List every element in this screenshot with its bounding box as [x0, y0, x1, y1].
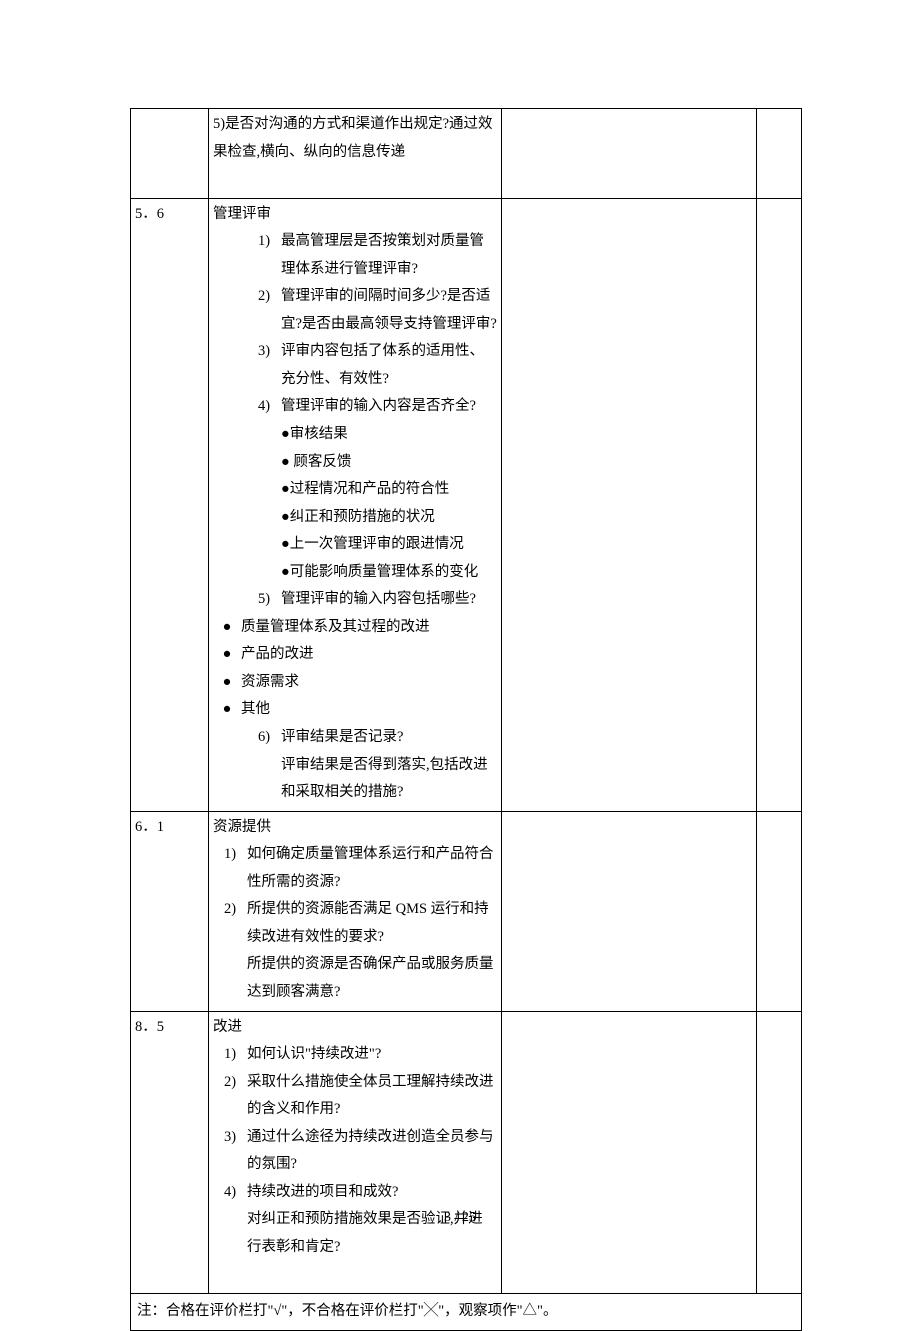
clause-id-cell: 5．6 [131, 198, 209, 811]
list-item: 1)如何确定质量管理体系运行和产品符合性所需的资源? [213, 841, 497, 896]
record-cell [502, 198, 757, 811]
clause-id-cell [131, 109, 209, 199]
list-item: 4)管理评审的输入内容是否齐全? [247, 393, 497, 421]
note-row: 注：合格在评价栏打"√"，不合格在评价栏打"╳"，观察项作"△"。 [131, 1293, 802, 1330]
table-row: 6．1 资源提供 1)如何确定质量管理体系运行和产品符合性所需的资源? 2)所提… [131, 811, 802, 1011]
note-cell: 注：合格在评价栏打"√"，不合格在评价栏打"╳"，观察项作"△"。 [131, 1293, 802, 1330]
clause-id: 6．1 [135, 819, 164, 835]
note-text: 注：合格在评价栏打"√"，不合格在评价栏打"╳"，观察项作"△"。 [137, 1303, 557, 1319]
table-row: 5．6 管理评审 1)最高管理层是否按策划对质量管理体系进行管理评审? 2)管理… [131, 198, 802, 811]
list-item: 3)评审内容包括了体系的适用性、充分性、有效性? [247, 338, 497, 393]
eval-cell [757, 1011, 802, 1293]
section-title: 资源提供 [213, 814, 497, 842]
sub-item: ●可能影响质量管理体系的变化 [281, 559, 497, 587]
section-title: 管理评审 [213, 201, 497, 229]
table-row: 8．5 改进 1)如何认识"持续改进"? 2)采取什么措施使全体员工理解持续改进… [131, 1011, 802, 1293]
eval-cell [757, 109, 802, 199]
content-cell: 改进 1)如何认识"持续改进"? 2)采取什么措施使全体员工理解持续改进的含义和… [209, 1011, 502, 1293]
bullet-item: ●产品的改进 [213, 641, 497, 669]
checklist-table: 5)是否对沟通的方式和渠道作出规定?通过效果检查,横向、纵向的信息传递 5．6 … [130, 108, 802, 1331]
content-cell: 5)是否对沟通的方式和渠道作出规定?通过效果检查,横向、纵向的信息传递 [209, 109, 502, 199]
table-row: 5)是否对沟通的方式和渠道作出规定?通过效果检查,横向、纵向的信息传递 [131, 109, 802, 199]
section-title: 改进 [213, 1014, 497, 1042]
bullet-item: ●其他 [213, 696, 497, 724]
eval-cell [757, 811, 802, 1011]
eval-cell [757, 198, 802, 811]
list-item: 2)采取什么措施使全体员工理解持续改进的含义和作用? [213, 1069, 497, 1124]
list-item: 2)所提供的资源能否满足 QMS 运行和持续改进有效性的要求? [213, 896, 497, 951]
sub-item: ●过程情况和产品的符合性 [281, 476, 497, 504]
list-item: 3)通过什么途径为持续改进创造全员参与的氛围? [213, 1124, 497, 1179]
list-item: 6)评审结果是否记录? [247, 724, 497, 752]
list-item: 2)管理评审的间隔时间多少?是否适宜?是否由最高领导支持管理评审? [247, 283, 497, 338]
bullet-item: ●质量管理体系及其过程的改进 [213, 614, 497, 642]
page-number: 3 / 25 [444, 1210, 476, 1225]
list-item: 5)管理评审的输入内容包括哪些? [247, 586, 497, 614]
list-item: 4)持续改进的项目和成效? [213, 1179, 497, 1207]
content-cell: 资源提供 1)如何确定质量管理体系运行和产品符合性所需的资源? 2)所提供的资源… [209, 811, 502, 1011]
page: 5)是否对沟通的方式和渠道作出规定?通过效果检查,横向、纵向的信息传递 5．6 … [0, 0, 920, 1302]
page-footer: 3 / 25 [0, 1205, 920, 1232]
clause-id-cell: 6．1 [131, 811, 209, 1011]
content-text: 5)是否对沟通的方式和渠道作出规定?通过效果检查,横向、纵向的信息传递 [213, 111, 497, 166]
clause-id-cell: 8．5 [131, 1011, 209, 1293]
list-item: 1)最高管理层是否按策划对质量管理体系进行管理评审? [247, 228, 497, 283]
trail-text: 所提供的资源是否确保产品或服务质量达到顾客满意? [213, 951, 497, 1006]
sub-item: ●纠正和预防措施的状况 [281, 504, 497, 532]
record-cell [502, 109, 757, 199]
bullet-item: ●资源需求 [213, 669, 497, 697]
sub-item: ● 顾客反馈 [281, 449, 497, 477]
clause-id: 8．5 [135, 1019, 164, 1035]
trail-text: 评审结果是否得到落实,包括改进和采取相关的措施? [247, 752, 497, 807]
sub-item: ●上一次管理评审的跟进情况 [281, 531, 497, 559]
content-cell: 管理评审 1)最高管理层是否按策划对质量管理体系进行管理评审? 2)管理评审的间… [209, 198, 502, 811]
record-cell [502, 811, 757, 1011]
clause-id: 5．6 [135, 206, 164, 222]
sub-item: ●审核结果 [281, 421, 497, 449]
record-cell [502, 1011, 757, 1293]
list-item: 1)如何认识"持续改进"? [213, 1041, 497, 1069]
